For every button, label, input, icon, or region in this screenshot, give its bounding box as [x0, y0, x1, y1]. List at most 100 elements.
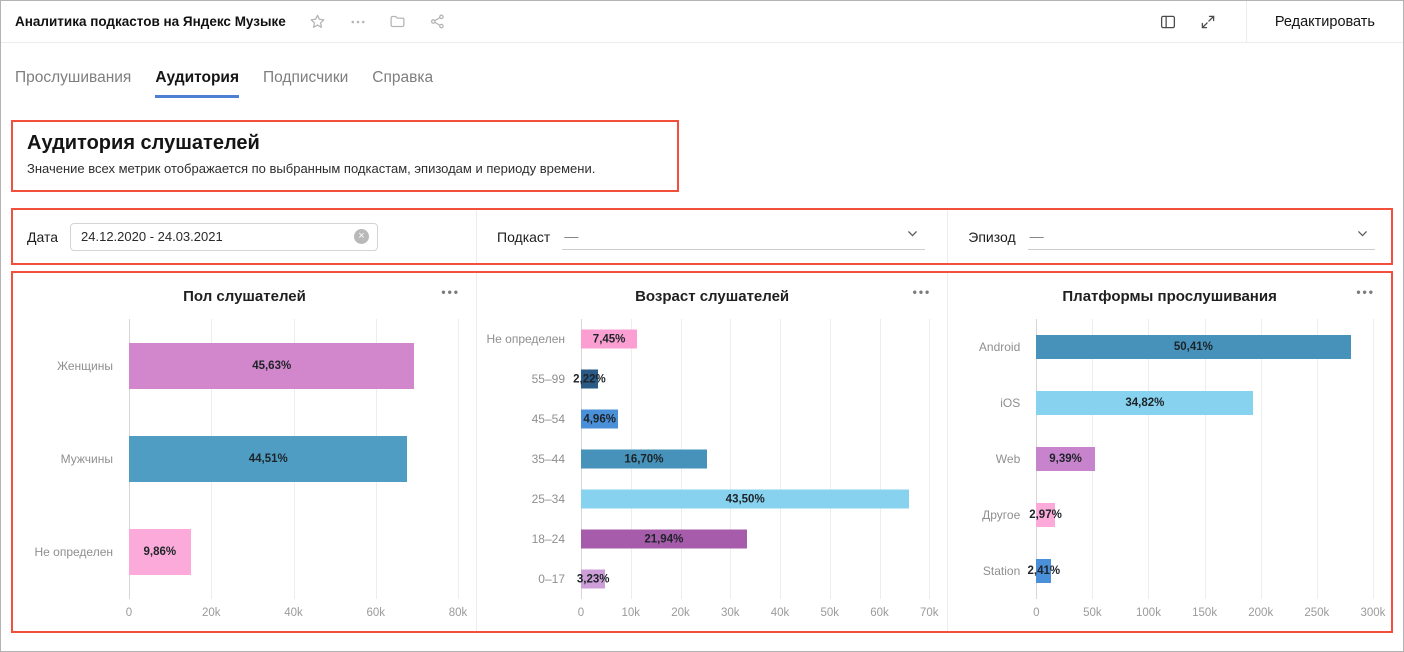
date-range-input[interactable]: 24.12.2020 - 24.03.2021 ×	[70, 223, 378, 251]
bar-value-label: 34,82%	[1125, 397, 1164, 409]
axis-tick-label: 100k	[1136, 607, 1161, 619]
tab-podpischiki[interactable]: Подписчики	[263, 69, 348, 98]
panel-icon[interactable]	[1156, 10, 1180, 34]
tab-spravka[interactable]: Справка	[372, 69, 433, 98]
bar-value-label: 43,50%	[726, 493, 765, 505]
podcast-filter: Подкаст —	[476, 210, 947, 263]
chart-row: Не определен7,45%	[485, 319, 929, 359]
bar-18-24[interactable]: 21,94%	[581, 530, 747, 549]
axis-tick-label: 80k	[449, 607, 468, 619]
tab-auditoriya[interactable]: Аудитория	[155, 69, 239, 98]
podcast-filter-label: Подкаст	[497, 229, 550, 245]
gridline	[1373, 319, 1374, 599]
chart-menu-icon[interactable]: •••	[441, 285, 460, 299]
bar-25-34[interactable]: 43,50%	[581, 490, 909, 509]
chart-platforms: Платформы прослушивания ••• Android50,41…	[947, 273, 1391, 631]
bar-web[interactable]: 9,39%	[1036, 447, 1095, 471]
axis-tick-label: 200k	[1248, 607, 1273, 619]
share-icon[interactable]	[426, 10, 450, 34]
clear-date-icon[interactable]: ×	[354, 229, 369, 244]
chart-title: Платформы прослушивания	[1062, 288, 1276, 305]
chevron-down-icon	[1356, 227, 1369, 245]
bar-track: 43,50%	[581, 479, 929, 519]
edit-button[interactable]: Редактировать	[1247, 1, 1403, 42]
chart-row: Station2,41%	[956, 543, 1373, 599]
bar-track: 7,45%	[581, 319, 929, 359]
axis-tick-label: 0	[578, 607, 584, 619]
axis-tick-label: 60k	[870, 607, 889, 619]
category-label: 18–24	[485, 532, 581, 546]
bar-android[interactable]: 50,41%	[1036, 335, 1350, 359]
category-label: Не определен	[21, 545, 129, 559]
episode-filter: Эпизод —	[947, 210, 1391, 263]
bar-value-label: 4,96%	[583, 413, 616, 425]
chart-row: 25–34 43,50%	[485, 479, 929, 519]
axis-tick-label: 50k	[820, 607, 839, 619]
category-label: Station	[956, 564, 1036, 578]
chart-header: Платформы прослушивания •••	[948, 281, 1391, 311]
chart-x-axis: 020k40k60k80k	[129, 599, 458, 625]
bar-track: 2,22%	[581, 359, 929, 399]
category-label: 45–54	[485, 412, 581, 426]
chart-x-axis: 010k20k30k40k50k60k70k	[581, 599, 929, 625]
bar-другое[interactable]: 2,97%	[1036, 503, 1055, 527]
chart-row: 0–173,23%	[485, 559, 929, 599]
bar-value-label: 3,23%	[577, 573, 610, 585]
bar-женщины[interactable]: 45,63%	[129, 343, 414, 389]
chart-row: Не определен9,86%	[21, 506, 458, 599]
chart-title: Пол слушателей	[183, 288, 306, 305]
chart-row: Другое2,97%	[956, 487, 1373, 543]
bar-35-44[interactable]: 16,70%	[581, 450, 707, 469]
topbar-actions	[306, 10, 466, 34]
category-label: Женщины	[21, 359, 129, 373]
bar-track: 3,23%	[581, 559, 929, 599]
category-label: Android	[956, 340, 1036, 354]
axis-tick-label: 40k	[771, 607, 790, 619]
tab-proslushivaniya[interactable]: Прослушивания	[15, 69, 131, 98]
podcast-select[interactable]: —	[562, 223, 925, 250]
category-label: Не определен	[485, 332, 581, 346]
bar-track: 2,41%	[1036, 543, 1373, 599]
bar-0-17[interactable]: 3,23%	[581, 570, 605, 589]
heading-section: Аудитория слушателей Значение всех метри…	[11, 120, 679, 192]
topbar: Аналитика подкастов на Яндекс Музыке	[1, 1, 1403, 43]
bar-track: 16,70%	[581, 439, 929, 479]
bar-не-определен[interactable]: 7,45%	[581, 330, 637, 349]
axis-tick-label: 20k	[202, 607, 221, 619]
episode-select[interactable]: —	[1028, 223, 1375, 250]
fullscreen-icon[interactable]	[1196, 10, 1220, 34]
bar-track: 9,86%	[129, 506, 458, 599]
chart-rows: Android50,41% iOS34,82% Web9,39% Другое2,97…	[956, 319, 1373, 599]
category-label: Web	[956, 452, 1036, 466]
bar-не-определен[interactable]: 9,86%	[129, 529, 191, 575]
chart-header: Пол слушателей •••	[13, 281, 476, 311]
chart-row: iOS34,82%	[956, 375, 1373, 431]
chart-gender: Пол слушателей ••• Женщины45,63%Мужчины4…	[13, 273, 476, 631]
folder-icon[interactable]	[386, 10, 410, 34]
chart-menu-icon[interactable]: •••	[913, 285, 932, 299]
bar-track: 21,94%	[581, 519, 929, 559]
chart-rows: Не определен7,45%55–992,22%45–544,96%35–…	[485, 319, 929, 599]
topbar-right: Редактировать	[1156, 1, 1403, 42]
bar-ios[interactable]: 34,82%	[1036, 391, 1253, 415]
axis-tick-label: 10k	[621, 607, 640, 619]
chart-menu-icon[interactable]: •••	[1356, 285, 1375, 299]
bar-55-99[interactable]: 2,22%	[581, 370, 598, 389]
bar-мужчины[interactable]: 44,51%	[129, 436, 407, 482]
dashboard-window: Аналитика подкастов на Яндекс Музыке	[0, 0, 1404, 652]
bar-value-label: 2,41%	[1027, 565, 1060, 577]
bar-track: 2,97%	[1036, 487, 1373, 543]
bar-track: 4,96%	[581, 399, 929, 439]
star-icon[interactable]	[306, 10, 330, 34]
chart-rows: Женщины45,63%Мужчины44,51%Не определен9,…	[21, 319, 458, 599]
bar-45-54[interactable]: 4,96%	[581, 410, 618, 429]
axis-tick-label: 50k	[1083, 607, 1102, 619]
bar-track: 9,39%	[1036, 431, 1373, 487]
page-subtitle: Значение всех метрик отображается по выб…	[27, 161, 661, 176]
chart-plot: Не определен7,45%55–992,22%45–544,96%35–…	[485, 319, 929, 625]
more-icon[interactable]	[346, 10, 370, 34]
category-label: Другое	[956, 508, 1036, 522]
category-label: 25–34	[485, 492, 581, 506]
chart-row: 18–2421,94%	[485, 519, 929, 559]
bar-station[interactable]: 2,41%	[1036, 559, 1051, 583]
